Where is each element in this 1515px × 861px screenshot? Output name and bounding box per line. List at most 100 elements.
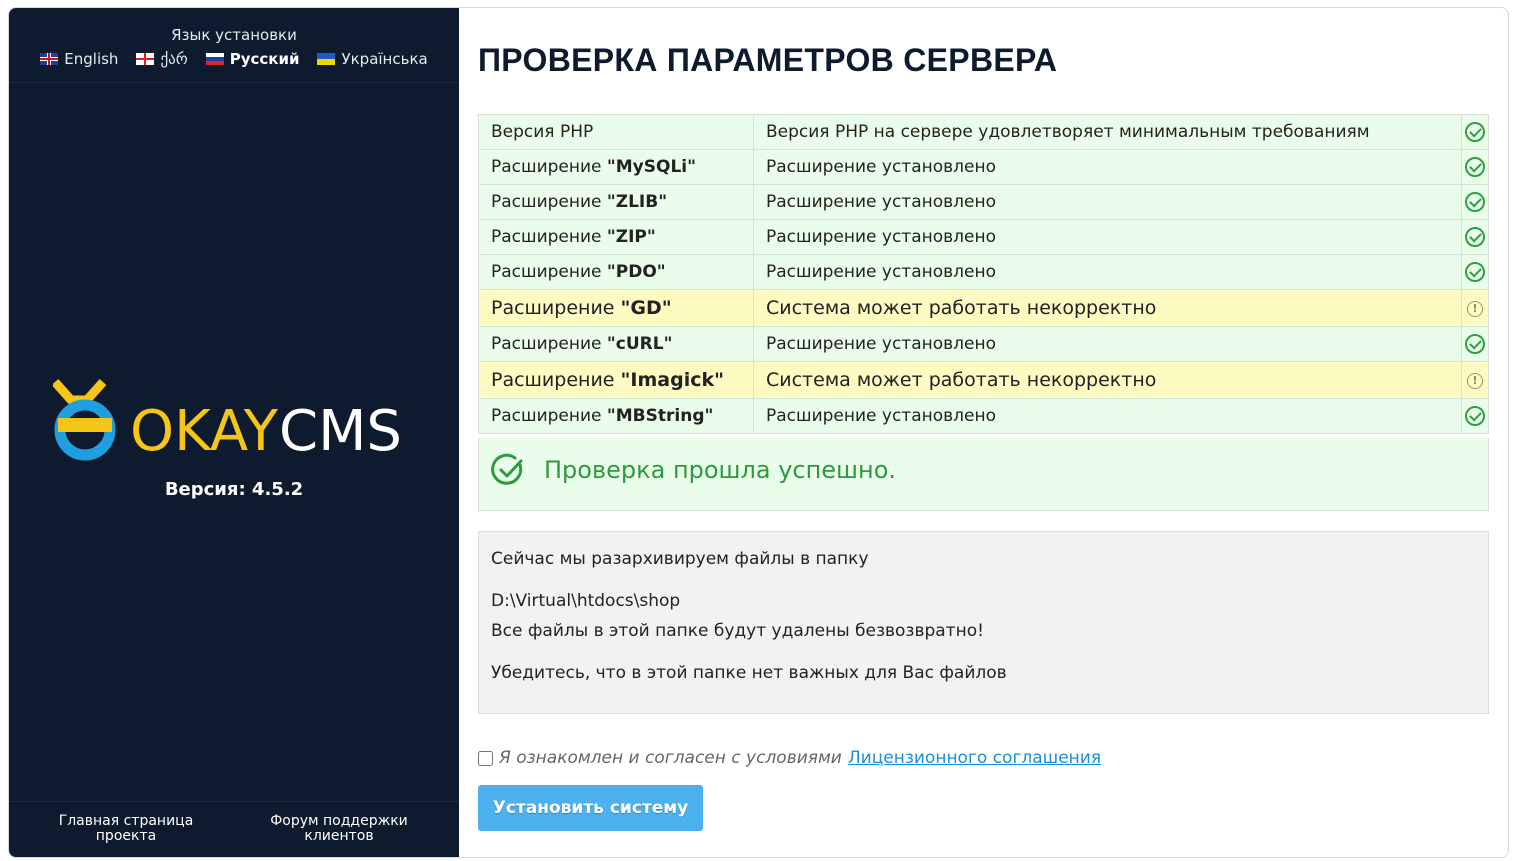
check-circle-icon xyxy=(1465,334,1485,354)
license-link[interactable]: Лицензионного соглашения xyxy=(848,748,1101,768)
extension-name: "ZLIB" xyxy=(606,192,668,212)
extension-name: "GD" xyxy=(620,297,672,319)
check-circle-icon xyxy=(1465,406,1485,426)
check-row: Расширение "MBString" Расширение установл… xyxy=(478,398,1489,434)
check-status xyxy=(1461,149,1489,185)
check-circle-icon xyxy=(491,453,523,485)
installer-window: Язык установки English ქარ Русский Українсь… xyxy=(8,7,1509,858)
main-content: ПРОВЕРКА ПАРАМЕТРОВ СЕРВЕРА Версия PHP Ве… xyxy=(459,8,1508,857)
language-option[interactable]: English xyxy=(40,50,118,68)
check-circle-icon xyxy=(1465,227,1485,247)
check-circle-icon xyxy=(1465,157,1485,177)
check-row: Расширение "PDO" Расширение установлено xyxy=(478,254,1489,290)
agree-text: Я ознакомлен и согласен с условиями xyxy=(499,748,842,768)
check-name: Расширение "cURL" xyxy=(478,326,754,362)
check-message: Расширение установлено xyxy=(753,398,1462,434)
support-forum-link[interactable]: Форум поддержки клиентов xyxy=(264,814,414,844)
check-status: ! xyxy=(1461,361,1489,399)
language-option[interactable]: ქარ xyxy=(136,50,188,68)
check-prefix: Расширение xyxy=(491,297,621,319)
check-message: Расширение установлено xyxy=(753,149,1462,185)
notice-line: Убедитесь, что в этой папке нет важных д… xyxy=(491,663,1007,683)
check-message: Система может работать некорректно xyxy=(753,289,1462,327)
check-prefix: Расширение xyxy=(491,369,621,391)
check-row: Расширение "GD" Система может работать не… xyxy=(478,289,1489,327)
language-option[interactable]: Українська xyxy=(317,50,428,68)
ge-flag-icon xyxy=(136,53,155,65)
check-row: Расширение "MySQLi" Расширение установлен… xyxy=(478,149,1489,185)
check-prefix: Расширение xyxy=(491,262,607,282)
check-name: Расширение "MySQLi" xyxy=(478,149,754,185)
agree-checkbox[interactable] xyxy=(478,750,493,766)
check-message: Расширение установлено xyxy=(753,326,1462,362)
logo-cms-text: CMS xyxy=(279,399,402,464)
language-label: ქარ xyxy=(160,50,188,68)
check-prefix: Версия PHP xyxy=(491,122,594,142)
check-status xyxy=(1461,219,1489,255)
check-name: Версия PHP xyxy=(478,114,754,150)
check-name: Расширение "PDO" xyxy=(478,254,754,290)
language-switcher: English ქარ Русский Українська xyxy=(9,50,459,68)
check-prefix: Расширение xyxy=(491,227,607,247)
success-banner: Проверка прошла успешно. xyxy=(478,438,1489,511)
check-prefix: Расширение xyxy=(491,192,607,212)
extension-name: "ZIP" xyxy=(606,227,656,247)
language-title: Язык установки xyxy=(171,26,297,44)
check-message: Расширение установлено xyxy=(753,219,1462,255)
check-message: Расширение установлено xyxy=(753,254,1462,290)
page-title: ПРОВЕРКА ПАРАМЕТРОВ СЕРВЕРА xyxy=(478,42,1058,78)
install-path: D:\Virtual\htdocs\shop xyxy=(491,591,681,611)
warning-circle-icon: ! xyxy=(1467,372,1483,389)
logo-okay-text: OKAY xyxy=(130,399,279,464)
check-message: Расширение установлено xyxy=(753,184,1462,220)
check-name: Расширение "Imagick" xyxy=(478,361,754,399)
warning-circle-icon: ! xyxy=(1467,300,1483,317)
check-name: Расширение "GD" xyxy=(478,289,754,327)
check-name: Расширение "MBString" xyxy=(478,398,754,434)
check-message: Версия PHP на сервере удовлетворяет мини… xyxy=(753,114,1462,150)
notice-warning: Все файлы в этой папке будут удалены без… xyxy=(491,621,984,641)
okaycms-logo: OKAY CMS xyxy=(51,378,423,468)
check-row: Расширение "Imagick" Система может работа… xyxy=(478,361,1489,399)
extension-name: "PDO" xyxy=(606,262,666,282)
check-circle-icon xyxy=(1465,122,1485,142)
language-label: Українська xyxy=(341,50,428,68)
ru-flag-icon xyxy=(205,53,224,65)
check-status xyxy=(1461,326,1489,362)
check-name: Расширение "ZIP" xyxy=(478,219,754,255)
check-status xyxy=(1461,184,1489,220)
extension-name: "MBString" xyxy=(606,406,714,426)
project-home-link[interactable]: Главная страница проекта xyxy=(51,814,201,844)
check-prefix: Расширение xyxy=(491,157,607,177)
version-label: Версия: 4.5.2 xyxy=(164,479,304,500)
check-status: ! xyxy=(1461,289,1489,327)
language-option[interactable]: Русский xyxy=(205,50,300,68)
check-status xyxy=(1461,398,1489,434)
extension-name: "Imagick" xyxy=(620,369,725,391)
check-prefix: Расширение xyxy=(491,406,607,426)
logo-mark-icon: OKAY CMS xyxy=(51,379,402,464)
check-row: Расширение "ZLIB" Расширение установлено xyxy=(478,184,1489,220)
check-row: Расширение "cURL" Расширение установлено xyxy=(478,326,1489,362)
check-circle-icon xyxy=(1465,192,1485,212)
check-status xyxy=(1461,254,1489,290)
check-prefix: Расширение xyxy=(491,334,607,354)
divider xyxy=(9,82,459,83)
check-circle-icon xyxy=(1465,262,1485,282)
license-agreement: Я ознакомлен и согласен с условиями Лице… xyxy=(478,748,1101,768)
check-name: Расширение "ZLIB" xyxy=(478,184,754,220)
check-row: Версия PHP Версия PHP на сервере удовлетв… xyxy=(478,114,1489,150)
unpack-notice: Сейчас мы разархивируем файлы в папку D:… xyxy=(478,531,1489,714)
extension-name: "MySQLi" xyxy=(606,157,696,177)
sidebar: Язык установки English ქარ Русский Українсь… xyxy=(9,8,459,857)
divider xyxy=(9,801,459,802)
success-message: Проверка прошла успешно. xyxy=(544,456,897,484)
extension-name: "cURL" xyxy=(606,334,673,354)
notice-line: Сейчас мы разархивируем файлы в папку xyxy=(491,549,869,569)
check-message: Система может работать некорректно xyxy=(753,361,1462,399)
language-label: Русский xyxy=(229,50,300,68)
gb-flag-icon xyxy=(40,53,59,65)
language-label: English xyxy=(64,50,119,68)
install-button[interactable]: Установить систему xyxy=(478,785,703,831)
check-row: Расширение "ZIP" Расширение установлено xyxy=(478,219,1489,255)
